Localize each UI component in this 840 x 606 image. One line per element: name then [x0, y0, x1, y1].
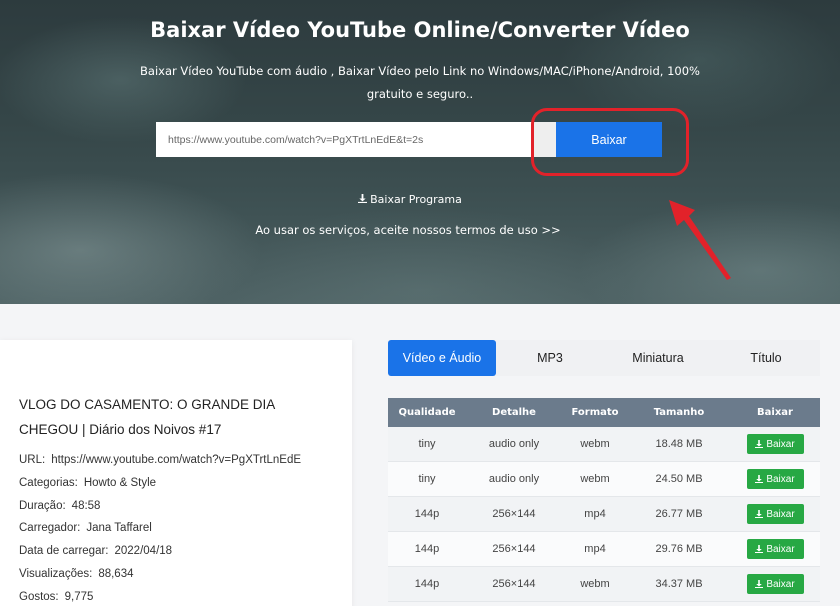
row-download-button[interactable]: Baixar: [746, 434, 804, 454]
download-icon: [755, 510, 764, 518]
video-info-card: VLOG DO CASAMENTO: O GRANDE DIA CHEGOU |…: [0, 340, 352, 606]
hero-banner: Baixar Vídeo YouTube Online/Converter Ví…: [0, 0, 840, 304]
cell-quality: 144p: [414, 578, 440, 590]
download-icon: [755, 580, 764, 588]
table-row: tiny audio only webm 24.50 MB Baixar: [388, 462, 820, 497]
tab-title[interactable]: Título: [712, 340, 820, 376]
tab-mp3[interactable]: MP3: [496, 340, 604, 376]
cell-detail: audio only: [488, 438, 540, 450]
meta-url: URL: https://www.youtube.com/watch?v=PgXT…: [19, 454, 302, 466]
row-download-label: Baixar: [766, 438, 795, 450]
cell-format: webm: [580, 438, 610, 450]
table-row: tiny audio only webm 18.48 MB Baixar: [388, 427, 820, 462]
cell-format: mp4: [584, 508, 606, 520]
video-title: VLOG DO CASAMENTO: O GRANDE DIA CHEGOU |…: [19, 397, 275, 437]
row-download-label: Baixar: [766, 578, 795, 590]
table-row: 144p 256×144 webm 34.37 MB Baixar: [388, 567, 820, 602]
table-header: Qualidade Detalhe Formato Tamanho Baixar: [388, 398, 820, 427]
row-download-label: Baixar: [766, 508, 795, 520]
header-format: Formato: [571, 407, 619, 418]
download-icon: [755, 475, 764, 483]
download-icon: [755, 545, 764, 553]
cell-detail: 256×144: [492, 578, 536, 590]
meta-uploader: Carregador: Jana Taffarel: [19, 522, 152, 534]
meta-duration: Duração: 48:58: [19, 500, 101, 512]
cell-download: Baixar: [730, 497, 820, 531]
program-link[interactable]: Baixar Programa: [0, 193, 820, 206]
hero-subtitle: Baixar Vídeo YouTube com áudio , Baixar …: [140, 64, 700, 101]
download-icon: [755, 440, 764, 448]
meta-likes: Gostos: 9,775: [19, 591, 94, 603]
cell-size: 24.50 MB: [655, 473, 703, 485]
meta-category: Categorias: Howto & Style: [19, 477, 157, 489]
cell-download: Baixar: [730, 567, 820, 601]
cell-detail: 256×144: [492, 543, 536, 555]
program-link-label: Baixar Programa: [370, 193, 462, 206]
tab-video-audio[interactable]: Vídeo e Áudio: [388, 340, 496, 376]
format-tabs: Vídeo e Áudio MP3 Miniatura Título: [388, 340, 820, 376]
url-input[interactable]: [156, 122, 556, 157]
download-icon: [358, 194, 368, 203]
arrow-annotation-icon: [669, 200, 731, 280]
cell-format: webm: [580, 473, 610, 485]
row-download-button[interactable]: Baixar: [746, 504, 804, 524]
cell-quality: tiny: [418, 438, 436, 450]
cell-quality: 144p: [414, 543, 440, 555]
header-download: Baixar: [757, 407, 793, 418]
cell-quality: 144p: [414, 508, 440, 520]
table-row: 144p 256×144 mp4 29.76 MB Baixar: [388, 532, 820, 567]
cell-download: Baixar: [730, 427, 820, 461]
highlight-annotation: [531, 108, 689, 176]
tab-thumbnail[interactable]: Miniatura: [604, 340, 712, 376]
row-download-label: Baixar: [766, 543, 795, 555]
cell-detail: 256×144: [492, 508, 536, 520]
hero-title: Baixar Vídeo YouTube Online/Converter Ví…: [150, 18, 690, 42]
cell-size: 26.77 MB: [655, 508, 703, 520]
row-download-label: Baixar: [766, 473, 795, 485]
cell-format: webm: [580, 578, 610, 590]
header-size: Tamanho: [653, 407, 705, 418]
row-download-button[interactable]: Baixar: [746, 574, 804, 594]
cell-detail: audio only: [488, 473, 540, 485]
header-quality: Qualidade: [398, 407, 456, 418]
cell-size: 34.37 MB: [655, 578, 703, 590]
header-detail: Detalhe: [492, 407, 536, 418]
cell-size: 29.76 MB: [655, 543, 703, 555]
cell-format: mp4: [584, 543, 606, 555]
meta-views: Visualizações: 88,634: [19, 568, 134, 580]
cell-download: Baixar: [730, 532, 820, 566]
terms-link[interactable]: Ao usar os serviços, aceite nossos termo…: [0, 223, 816, 237]
meta-upload-date: Data de carregar: 2022/04/18: [19, 545, 173, 557]
cell-download: Baixar: [730, 462, 820, 496]
download-table: Qualidade Detalhe Formato Tamanho Baixar…: [388, 398, 820, 602]
row-download-button[interactable]: Baixar: [746, 539, 804, 559]
cell-quality: tiny: [418, 473, 436, 485]
table-row: 144p 256×144 mp4 26.77 MB Baixar: [388, 497, 820, 532]
cell-size: 18.48 MB: [655, 438, 703, 450]
row-download-button[interactable]: Baixar: [746, 469, 804, 489]
